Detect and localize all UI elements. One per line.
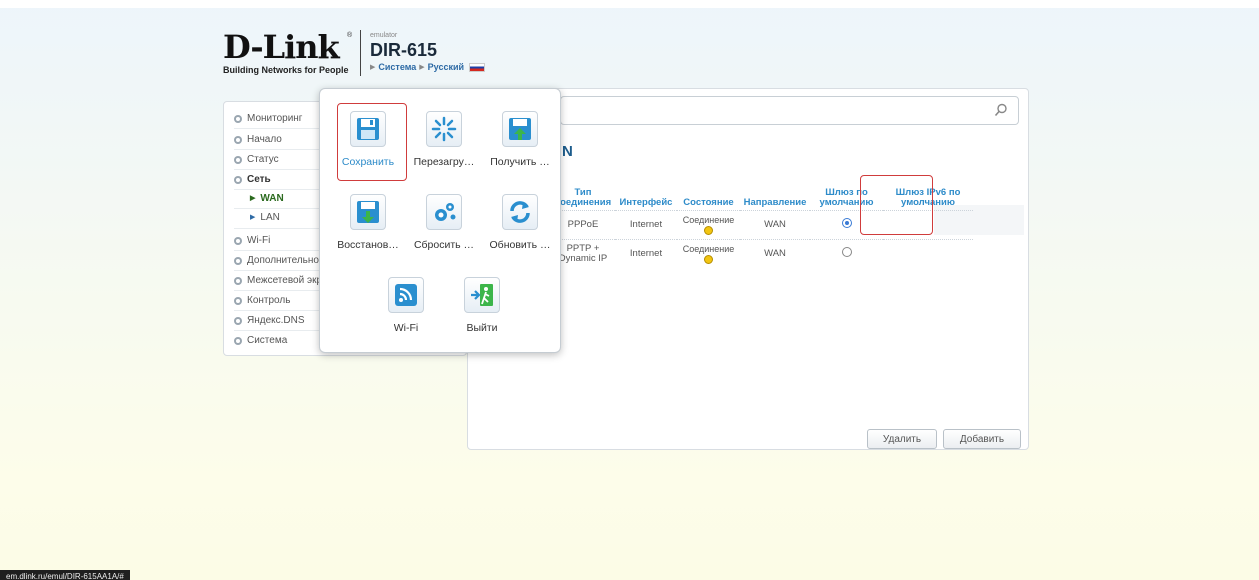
sidebar-item-network[interactable]: Сеть: [234, 172, 271, 187]
cell-default: [810, 238, 883, 268]
popup-item-wifi[interactable]: Wi-Fi: [367, 277, 445, 334]
bullet-icon: [234, 276, 242, 285]
cell-ipv6: [883, 238, 973, 268]
bullet-icon: [234, 336, 242, 345]
page-title: N: [562, 143, 573, 160]
wifi-icon: [388, 277, 424, 313]
model-name: DIR-615: [370, 40, 438, 60]
default-gw-radio[interactable]: [841, 218, 852, 228]
cell-interface: Internet: [615, 209, 677, 239]
bullet-icon: [234, 316, 242, 325]
restore-icon: [350, 194, 386, 230]
popup-item-logout[interactable]: Выйти: [443, 277, 521, 334]
delete-button[interactable]: Удалить: [867, 429, 937, 449]
popup-item-download-config[interactable]: Получить …: [481, 111, 559, 168]
cell-state: Соединение: [677, 209, 740, 239]
nav-system-link[interactable]: Система: [378, 62, 416, 72]
popup-item-reboot[interactable]: Перезагру…: [405, 111, 483, 168]
logo-tagline: Building Networks for People: [223, 65, 349, 75]
exit-icon: [464, 277, 500, 313]
add-button[interactable]: Добавить: [943, 429, 1021, 449]
cell-interface: Internet: [615, 238, 677, 268]
search-input[interactable]: [560, 96, 1019, 125]
sidebar-item-yandex-dns[interactable]: Яндекс.DNS: [234, 313, 305, 328]
col-interface: Интерфейс: [619, 196, 673, 208]
sidebar-item-wifi[interactable]: Wi-Fi: [234, 233, 270, 248]
sidebar-item-control[interactable]: Контроль: [234, 293, 290, 308]
triangle-icon: ▶: [250, 195, 256, 202]
col-state: Состояние: [683, 196, 734, 208]
bullet-icon: [234, 114, 242, 123]
browser-top-strip: [0, 0, 1259, 8]
bullet-icon: [234, 256, 242, 265]
header-divider: [360, 30, 361, 76]
dlink-logo: D-Link ® Building Networks for People: [223, 28, 353, 75]
bullet-icon: [234, 155, 242, 164]
cell-state: Соединение: [677, 238, 740, 268]
nav-language-link[interactable]: Русский: [428, 62, 464, 72]
emulator-label: emulator: [370, 32, 398, 39]
bullet-icon: [234, 135, 242, 144]
sidebar-item-advanced[interactable]: Дополнительно: [234, 253, 319, 268]
bullet-icon: [234, 236, 242, 245]
model-block: emulator DIR-615 ▶ Система ▶ Русский: [370, 32, 486, 72]
header-nav: ▶ Система ▶ Русский: [370, 62, 486, 72]
popup-item-reset[interactable]: Сбросить …: [405, 194, 483, 251]
sidebar-item-monitoring[interactable]: Мониторинг: [234, 111, 302, 126]
status-dot-icon: [704, 225, 713, 235]
sidebar-item-system[interactable]: Система: [234, 333, 287, 348]
col-direction: Направление: [743, 196, 807, 208]
popup-item-restore[interactable]: Восстанов…: [329, 194, 407, 251]
cell-direction: WAN: [740, 209, 810, 239]
status-dot-icon: [704, 254, 713, 264]
bullet-icon: [234, 296, 242, 305]
reboot-icon: [426, 111, 462, 147]
reset-icon: [426, 194, 462, 230]
sidebar-item-status[interactable]: Статус: [234, 152, 279, 167]
nav-arrow-icon: ▶: [419, 64, 425, 71]
default-gw-radio[interactable]: [841, 247, 852, 258]
download-config-icon: [502, 111, 538, 147]
popup-item-update[interactable]: Обновить …: [481, 194, 559, 251]
triangle-icon: ▶: [250, 214, 256, 221]
cell-direction: WAN: [740, 238, 810, 268]
status-bar-url: em.dlink.ru/emul/DIR-615AA1A/#: [0, 570, 130, 580]
search-icon[interactable]: [994, 103, 1008, 117]
sidebar-item-start[interactable]: Начало: [234, 132, 282, 147]
russian-flag-icon[interactable]: [469, 62, 486, 72]
highlight-save: [337, 103, 407, 181]
update-icon: [502, 194, 538, 230]
highlight-default-gw: [860, 175, 933, 235]
nav-arrow-icon: ▶: [370, 64, 376, 71]
bullet-open-icon: [234, 175, 242, 184]
